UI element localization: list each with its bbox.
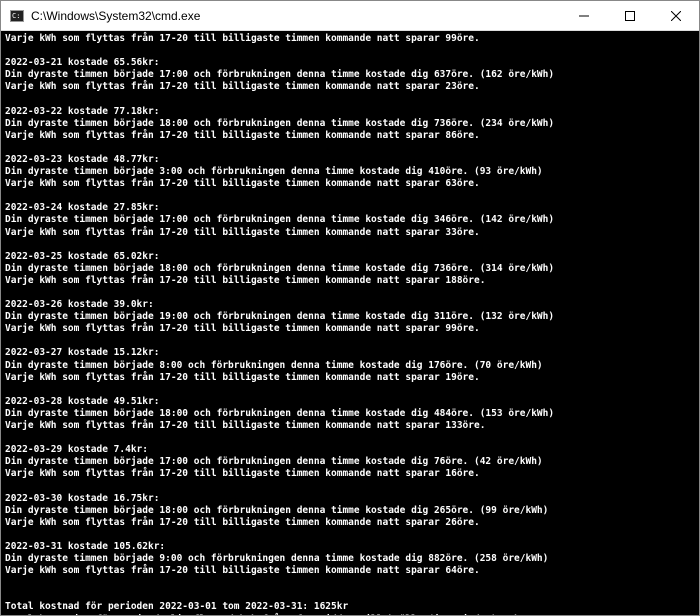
titlebar[interactable]: C: C:\Windows\System32\cmd.exe — [1, 1, 699, 31]
console-line — [5, 335, 695, 347]
console-line: Din dyraste timmen började 18:00 och för… — [5, 118, 695, 130]
console-line: 2022-03-29 kostade 7.4kr: — [5, 444, 695, 456]
console-line — [5, 589, 695, 601]
minimize-button[interactable] — [561, 1, 607, 30]
maximize-button[interactable] — [607, 1, 653, 30]
console-line: 2022-03-21 kostade 65.56kr: — [5, 57, 695, 69]
console-line: Varje kWh som flyttas från 17-20 till bi… — [5, 227, 695, 239]
console-line: Total besparing för varje daglig flyttad… — [5, 614, 695, 616]
console-line: Din dyraste timmen började 18:00 och för… — [5, 408, 695, 420]
console-line — [5, 142, 695, 154]
console-line — [5, 480, 695, 492]
console-line: 2022-03-23 kostade 48.77kr: — [5, 154, 695, 166]
console-line — [5, 45, 695, 57]
console-line: Din dyraste timmen började 9:00 och förb… — [5, 553, 695, 565]
console-line: Din dyraste timmen började 17:00 och för… — [5, 456, 695, 468]
console-line — [5, 577, 695, 589]
console-line: Varje kWh som flyttas från 17-20 till bi… — [5, 468, 695, 480]
console-line — [5, 529, 695, 541]
console-line: 2022-03-26 kostade 39.0kr: — [5, 299, 695, 311]
console-line: Varje kWh som flyttas från 17-20 till bi… — [5, 81, 695, 93]
console-line — [5, 432, 695, 444]
console-line: 2022-03-30 kostade 16.75kr: — [5, 493, 695, 505]
console-line: 2022-03-27 kostade 15.12kr: — [5, 347, 695, 359]
console-line — [5, 239, 695, 251]
console-line: Varje kWh som flyttas från 17-20 till bi… — [5, 130, 695, 142]
console-line: Varje kWh som flyttas från 17-20 till bi… — [5, 275, 695, 287]
console-line: Varje kWh som flyttas från 17-20 till bi… — [5, 178, 695, 190]
console-line: Varje kWh som flyttas från 17-20 till bi… — [5, 565, 695, 577]
window-buttons — [561, 1, 699, 30]
console-line: Total kostnad för perioden 2022-03-01 to… — [5, 601, 695, 613]
console-line — [5, 190, 695, 202]
console-output[interactable]: Varje kWh som flyttas från 17-20 till bi… — [1, 31, 699, 615]
console-line: Din dyraste timmen började 8:00 och förb… — [5, 360, 695, 372]
cmd-icon: C: — [9, 8, 25, 24]
close-button[interactable] — [653, 1, 699, 30]
console-line — [5, 384, 695, 396]
console-line: Varje kWh som flyttas från 17-20 till bi… — [5, 33, 695, 45]
console-line: Din dyraste timmen började 17:00 och för… — [5, 69, 695, 81]
console-line: 2022-03-28 kostade 49.51kr: — [5, 396, 695, 408]
console-line: Din dyraste timmen började 18:00 och för… — [5, 505, 695, 517]
console-line: Varje kWh som flyttas från 17-20 till bi… — [5, 420, 695, 432]
console-line: Din dyraste timmen började 19:00 och för… — [5, 311, 695, 323]
console-line: Varje kWh som flyttas från 17-20 till bi… — [5, 372, 695, 384]
console-line: 2022-03-25 kostade 65.02kr: — [5, 251, 695, 263]
console-line: 2022-03-24 kostade 27.85kr: — [5, 202, 695, 214]
cmd-window: C: C:\Windows\System32\cmd.exe Varje kWh… — [0, 0, 700, 616]
console-line — [5, 287, 695, 299]
console-line: 2022-03-31 kostade 105.62kr: — [5, 541, 695, 553]
console-line — [5, 93, 695, 105]
console-line: Din dyraste timmen började 17:00 och för… — [5, 214, 695, 226]
console-line: Din dyraste timmen började 18:00 och för… — [5, 263, 695, 275]
console-line: Din dyraste timmen började 3:00 och förb… — [5, 166, 695, 178]
console-line: Varje kWh som flyttas från 17-20 till bi… — [5, 517, 695, 529]
console-line: 2022-03-22 kostade 77.18kr: — [5, 106, 695, 118]
svg-text:C:: C: — [12, 12, 20, 20]
window-title: C:\Windows\System32\cmd.exe — [31, 9, 561, 23]
console-line: Varje kWh som flyttas från 17-20 till bi… — [5, 323, 695, 335]
